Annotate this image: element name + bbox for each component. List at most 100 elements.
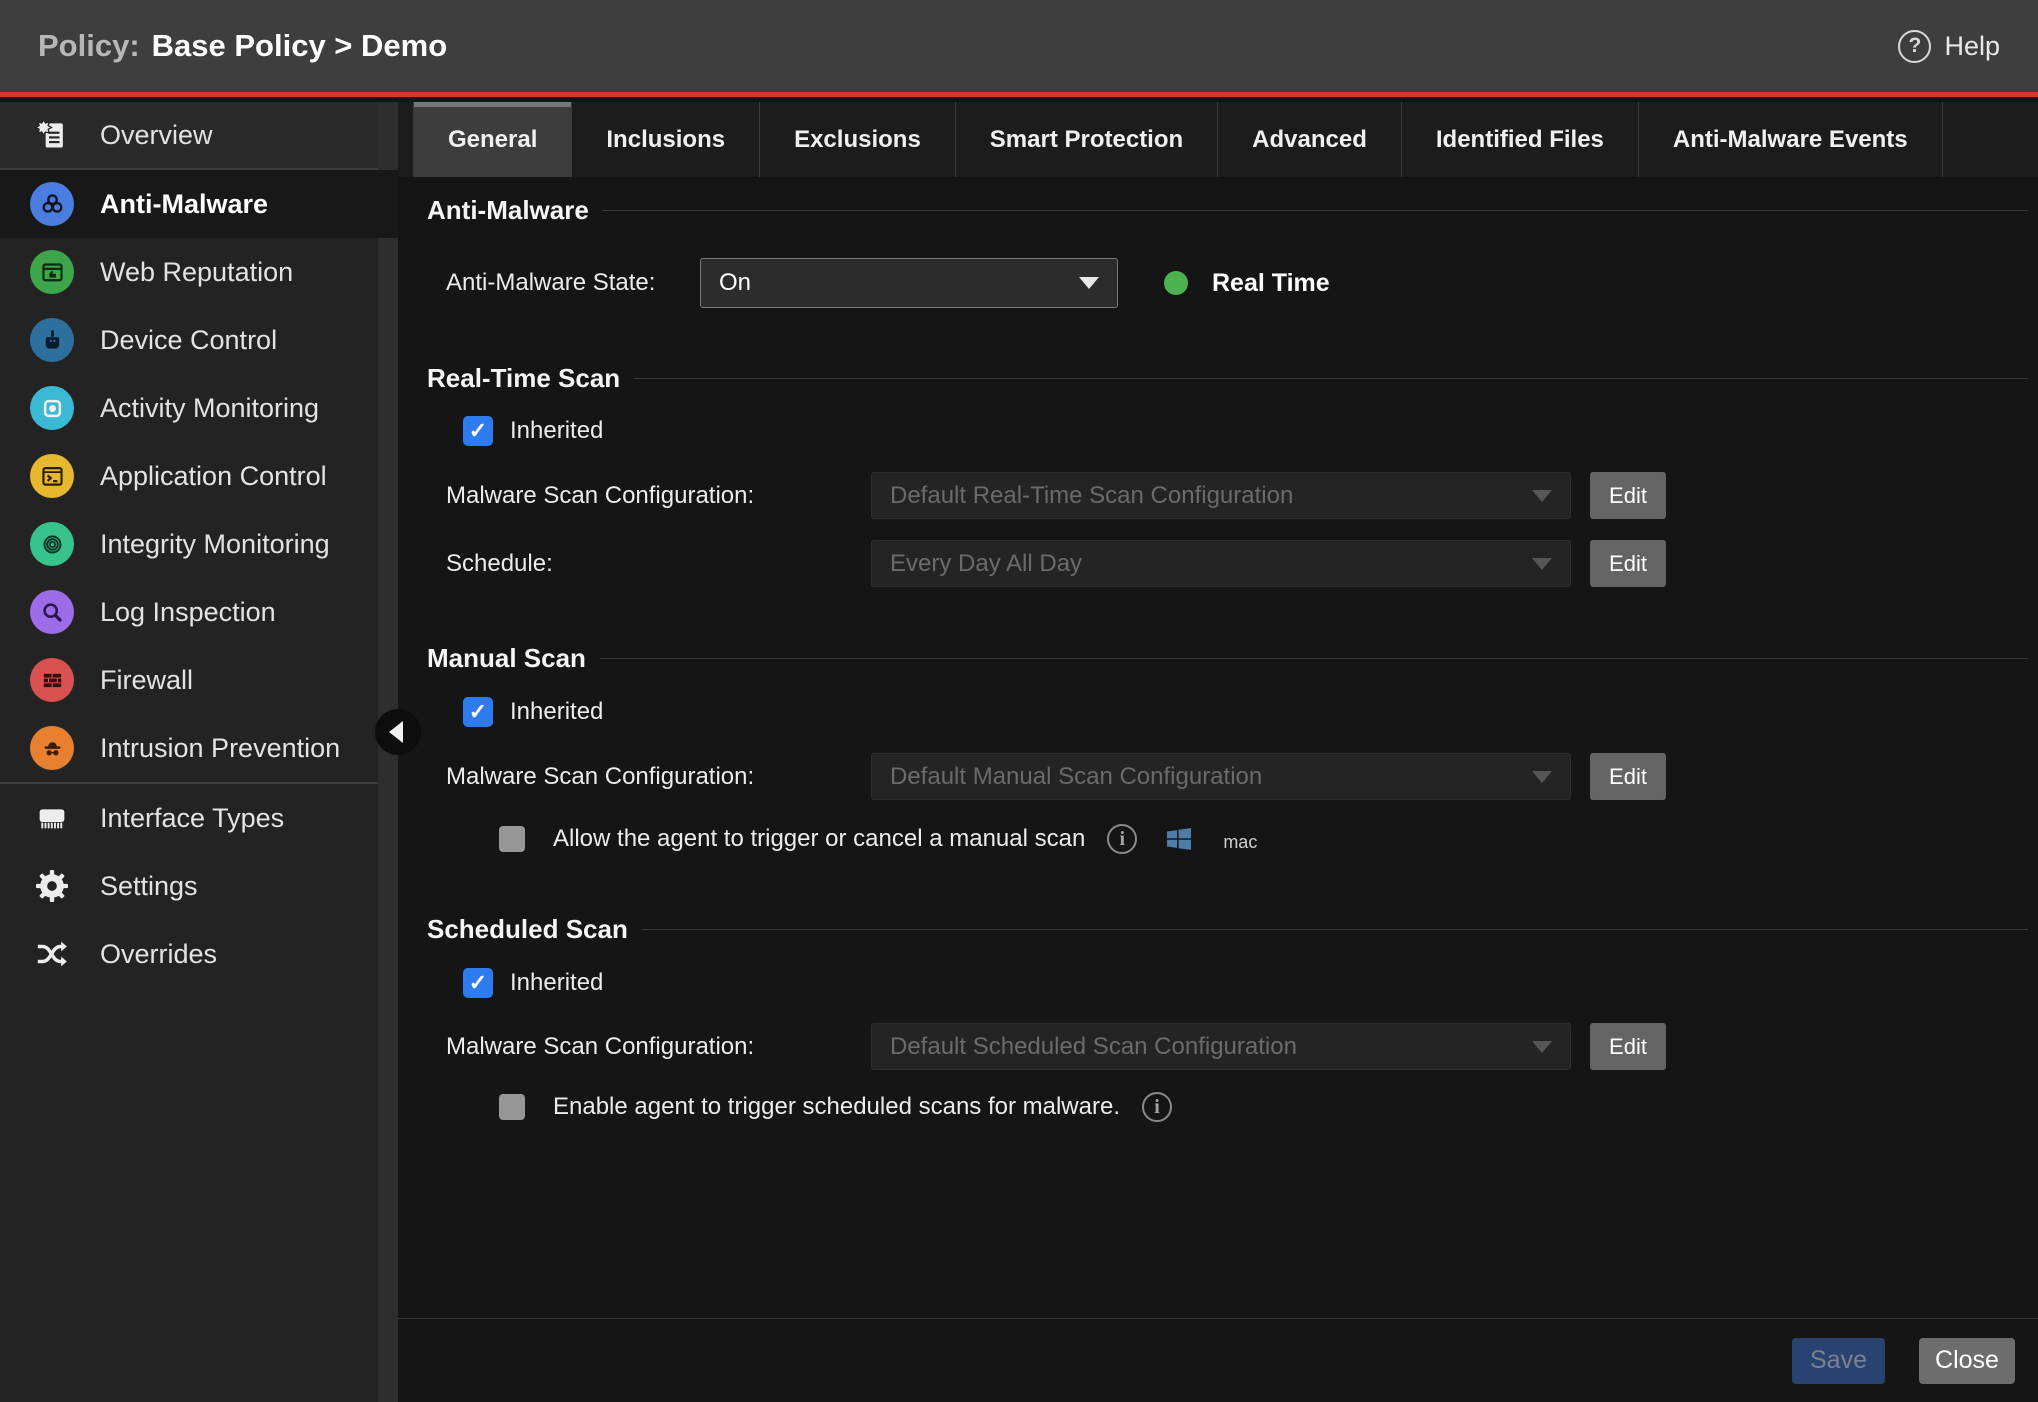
sidebar-item-application-control[interactable]: Application Control: [0, 442, 378, 510]
section-scheduled-scan-title: Scheduled Scan: [427, 914, 628, 945]
anti-malware-state-value: On: [719, 269, 751, 297]
rts-schedule-select: Every Day All Day: [871, 540, 1571, 587]
sidebar-item-label: Anti-Malware: [100, 189, 268, 220]
tab-advanced[interactable]: Advanced: [1218, 102, 1402, 177]
tab-bar: GeneralInclusionsExclusionsSmart Protect…: [398, 102, 2038, 177]
tab-smart-protection[interactable]: Smart Protection: [956, 102, 1218, 177]
ss-enable-row: Enable agent to trigger scheduled scans …: [499, 1090, 2038, 1124]
intrusion-prevention-icon: [30, 726, 74, 770]
sidebar-item-label: Interface Types: [100, 803, 284, 834]
sidebar-item-activity-monitoring[interactable]: Activity Monitoring: [0, 374, 378, 442]
help-label: Help: [1944, 31, 2000, 62]
rts-config-edit-button[interactable]: Edit: [1590, 472, 1666, 519]
rts-schedule-label: Schedule:: [446, 550, 871, 578]
sidebar-item-overview[interactable]: Overview: [0, 102, 378, 168]
chevron-down-icon: [1532, 771, 1552, 783]
settings-icon: [30, 864, 74, 908]
ms-inherited-row: ✓ Inherited: [463, 697, 2038, 727]
ms-allow-checkbox[interactable]: [499, 826, 525, 852]
info-icon[interactable]: i: [1142, 1092, 1172, 1122]
rts-config-select: Default Real-Time Scan Configuration: [871, 472, 1571, 519]
chevron-left-icon: [389, 721, 403, 743]
activity-monitoring-icon: [30, 386, 74, 430]
sidebar-item-label: Log Inspection: [100, 597, 276, 628]
windows-logo-icon: [1163, 823, 1195, 855]
sidebar-collapse-button[interactable]: [375, 709, 421, 755]
sidebar-item-web-reputation[interactable]: Web Reputation: [0, 238, 378, 306]
ms-inherited-checkbox[interactable]: ✓: [463, 697, 493, 727]
sidebar-item-overrides[interactable]: Overrides: [0, 920, 378, 988]
ss-config-value: Default Scheduled Scan Configuration: [890, 1033, 1297, 1061]
ss-config-row: Malware Scan Configuration: Default Sche…: [446, 1023, 2038, 1070]
tab-exclusions[interactable]: Exclusions: [760, 102, 956, 177]
sidebar-item-label: Settings: [100, 871, 198, 902]
interface-types-icon: [30, 796, 74, 840]
web-reputation-icon: [30, 250, 74, 294]
save-button[interactable]: Save: [1792, 1338, 1885, 1384]
anti-malware-icon: [30, 182, 74, 226]
rts-schedule-edit-button[interactable]: Edit: [1590, 540, 1666, 587]
help-icon: ?: [1898, 30, 1931, 63]
sidebar-item-label: Activity Monitoring: [100, 393, 319, 424]
tab-anti-malware-events[interactable]: Anti-Malware Events: [1639, 102, 1943, 177]
ss-inherited-checkbox[interactable]: ✓: [463, 968, 493, 998]
sidebar-item-anti-malware[interactable]: Anti-Malware: [0, 170, 398, 238]
tab-inclusions[interactable]: Inclusions: [572, 102, 760, 177]
sidebar-item-intrusion-prevention[interactable]: Intrusion Prevention: [0, 714, 378, 782]
section-manual-scan: Manual Scan: [427, 643, 2028, 674]
section-real-time-scan: Real-Time Scan: [427, 363, 2028, 394]
section-scheduled-scan: Scheduled Scan: [427, 914, 2028, 945]
firewall-icon: [30, 658, 74, 702]
general-tab-panel: Anti-Malware Anti-Malware State: On Real…: [398, 177, 2038, 1318]
ms-inherited-label: Inherited: [510, 698, 603, 726]
ss-config-select: Default Scheduled Scan Configuration: [871, 1023, 1571, 1070]
sidebar-item-interface-types[interactable]: Interface Types: [0, 784, 378, 852]
section-anti-malware-title: Anti-Malware: [427, 195, 589, 226]
sidebar-item-label: Device Control: [100, 325, 277, 356]
sidebar-item-device-control[interactable]: Device Control: [0, 306, 378, 374]
application-control-icon: [30, 454, 74, 498]
sidebar-item-settings[interactable]: Settings: [0, 852, 378, 920]
ss-config-label: Malware Scan Configuration:: [446, 1033, 871, 1061]
section-rule: [603, 210, 2028, 211]
ms-config-row: Malware Scan Configuration: Default Manu…: [446, 753, 2038, 800]
ss-enable-label: Enable agent to trigger scheduled scans …: [553, 1093, 1120, 1121]
anti-malware-state-select[interactable]: On: [700, 258, 1118, 308]
rts-config-label: Malware Scan Configuration:: [446, 482, 871, 510]
page-title-prefix: Policy:: [38, 28, 140, 64]
rts-config-value: Default Real-Time Scan Configuration: [890, 482, 1293, 510]
section-manual-scan-title: Manual Scan: [427, 643, 586, 674]
sidebar-item-label: Overrides: [100, 939, 217, 970]
anti-malware-state-label: Anti-Malware State:: [446, 269, 700, 297]
integrity-monitoring-icon: [30, 522, 74, 566]
log-inspection-icon: [30, 590, 74, 634]
sidebar-item-label: Application Control: [100, 461, 327, 492]
sidebar-item-label: Web Reputation: [100, 257, 293, 288]
breadcrumb: Base Policy > Demo: [152, 28, 448, 64]
ms-allow-label: Allow the agent to trigger or cancel a m…: [553, 825, 1085, 853]
ms-config-edit-button[interactable]: Edit: [1590, 753, 1666, 800]
chevron-down-icon: [1532, 558, 1552, 570]
rts-config-row: Malware Scan Configuration: Default Real…: [446, 472, 2038, 519]
sidebar-item-integrity-monitoring[interactable]: Integrity Monitoring: [0, 510, 378, 578]
ss-config-edit-button[interactable]: Edit: [1590, 1023, 1666, 1070]
tab-identified-files[interactable]: Identified Files: [1402, 102, 1639, 177]
ms-config-label: Malware Scan Configuration:: [446, 763, 871, 791]
close-button[interactable]: Close: [1919, 1338, 2015, 1384]
mac-platform-label: mac: [1223, 832, 1257, 853]
ms-config-value: Default Manual Scan Configuration: [890, 763, 1262, 791]
sidebar-item-firewall[interactable]: Firewall: [0, 646, 378, 714]
sidebar-item-log-inspection[interactable]: Log Inspection: [0, 578, 378, 646]
section-rule: [634, 378, 2028, 379]
ss-enable-checkbox[interactable]: [499, 1094, 525, 1120]
tab-general[interactable]: General: [413, 102, 572, 177]
chevron-down-icon: [1079, 277, 1099, 289]
info-icon[interactable]: i: [1107, 824, 1137, 854]
section-real-time-scan-title: Real-Time Scan: [427, 363, 620, 394]
help-button[interactable]: ? Help: [1898, 30, 2000, 63]
rts-inherited-checkbox[interactable]: ✓: [463, 416, 493, 446]
chevron-down-icon: [1532, 1041, 1552, 1053]
sidebar-item-label: Intrusion Prevention: [100, 733, 340, 764]
sidebar: Overview Anti-Malware Web Reputation Device…: [0, 102, 378, 1402]
ss-inherited-row: ✓ Inherited: [463, 968, 2038, 998]
